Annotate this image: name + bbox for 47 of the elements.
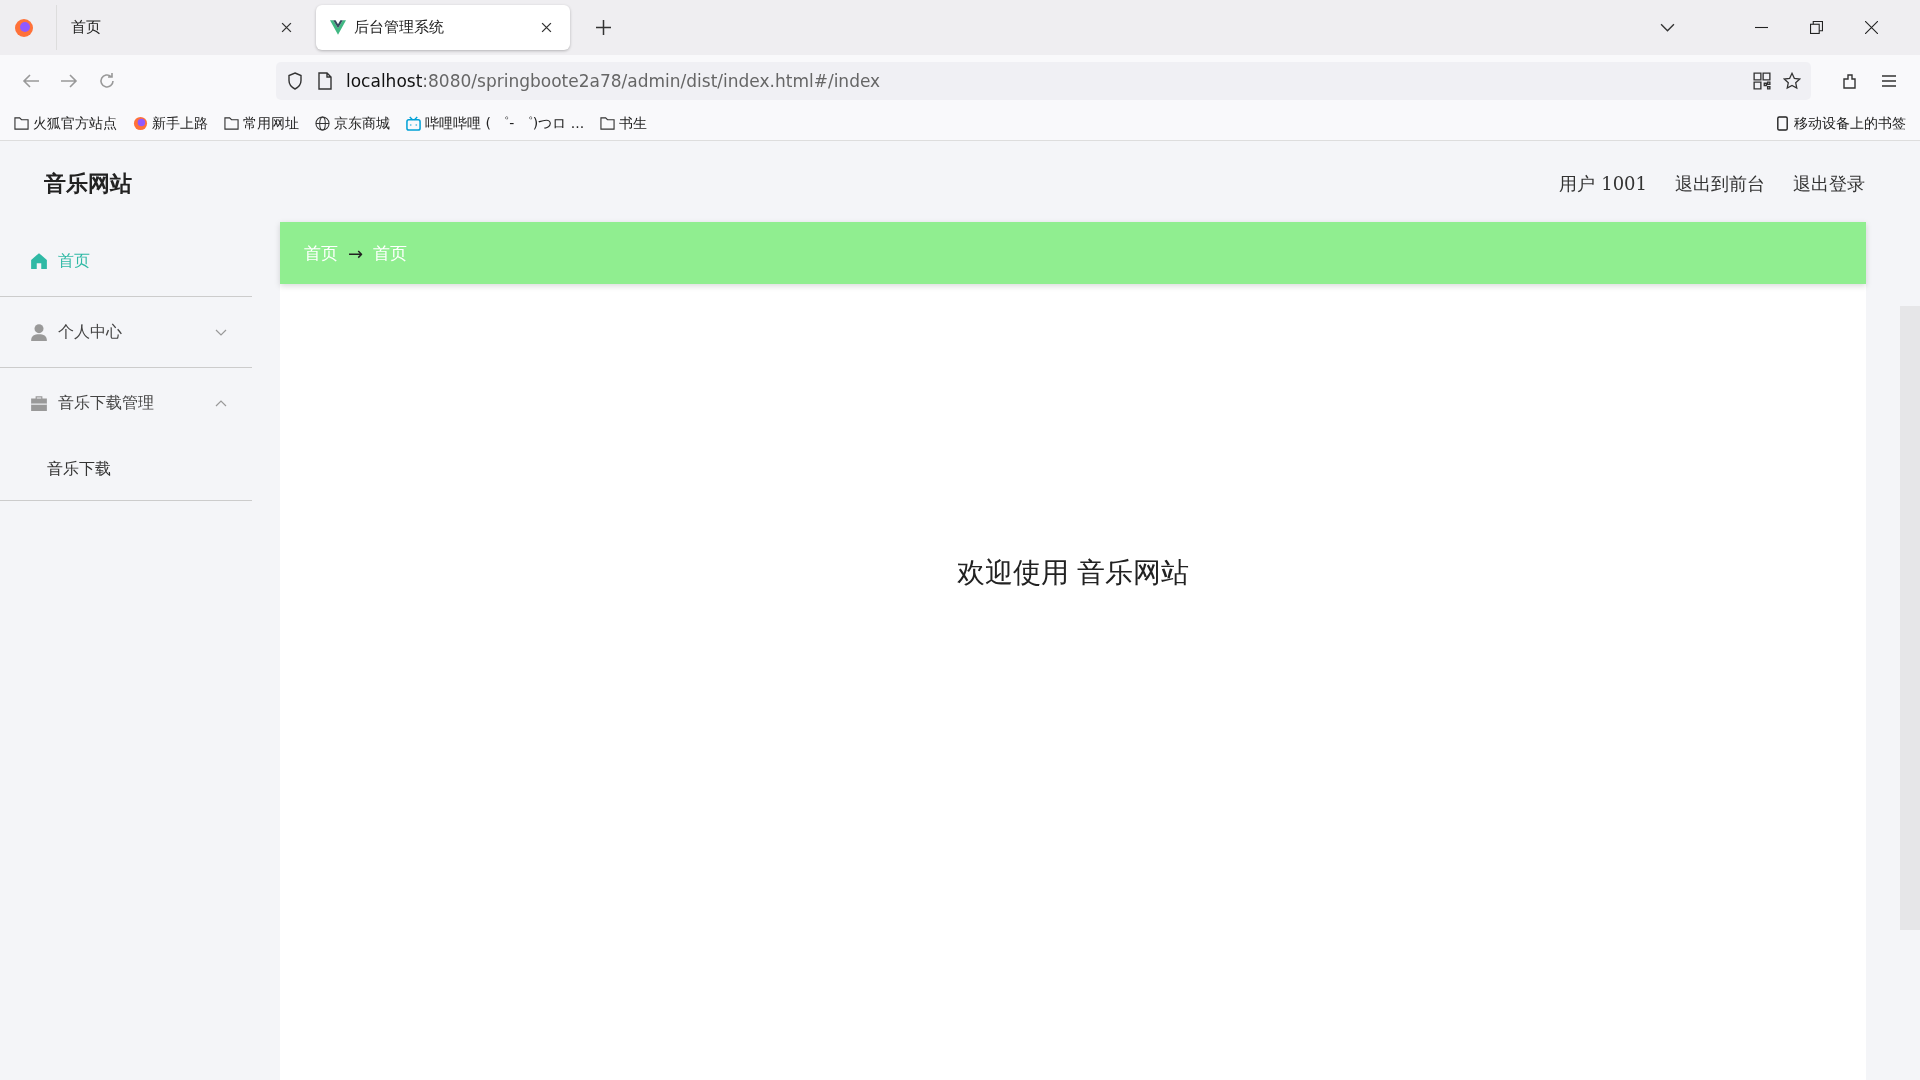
v-logo-icon — [330, 20, 346, 35]
close-icon[interactable] — [281, 22, 292, 33]
folder-icon — [14, 116, 29, 131]
chevron-down-icon — [215, 328, 227, 336]
restore-icon[interactable] — [1810, 21, 1823, 34]
browser-logo-icon — [133, 116, 148, 131]
tab-list-icon[interactable] — [1660, 23, 1675, 32]
qr-code-icon[interactable] — [1753, 72, 1771, 90]
bookmark[interactable]: 新手上路 — [133, 114, 208, 133]
bookmark[interactable]: 书生 — [600, 114, 648, 133]
browser-tab[interactable]: 首页 — [56, 5, 310, 50]
bookmark[interactable]: 哔哩哔哩 ( ゜- ゜)つロ ... — [406, 114, 585, 133]
browser-logo-icon — [14, 17, 34, 38]
briefcase-icon — [30, 394, 48, 412]
tab-title: 后台管理系统 — [354, 18, 445, 37]
shield-icon — [286, 72, 304, 90]
bookmark[interactable]: 京东商城 — [315, 114, 390, 133]
site-title: 音乐网站 — [44, 168, 132, 198]
tv-icon — [406, 116, 421, 131]
bookmark[interactable]: 火狐官方站点 — [14, 114, 117, 133]
new-tab-icon[interactable] — [596, 20, 611, 35]
globe-icon — [315, 116, 330, 131]
close-icon[interactable] — [541, 22, 552, 33]
submenu-item[interactable]: 音乐下载 — [0, 438, 252, 500]
browser-tab[interactable]: 后台管理系统 — [316, 5, 570, 50]
user-icon — [30, 323, 48, 341]
menu-item[interactable]: 音乐下载管理 — [0, 368, 252, 438]
address-bar[interactable]: localhost:8080/springboote2a78/admin/dist/index.html#/index — [276, 62, 1811, 100]
welcome-text: 欢迎使用 音乐网站 — [956, 555, 1190, 591]
bookmark[interactable]: 移动设备上的书签 — [1775, 114, 1906, 133]
chevron-up-icon — [215, 399, 227, 407]
folder-icon — [224, 116, 239, 131]
folder-icon — [600, 116, 616, 131]
close-icon[interactable] — [1865, 21, 1878, 34]
header-link[interactable]: 退出登录 — [1793, 171, 1865, 196]
page-icon — [316, 72, 334, 90]
reload-icon[interactable] — [97, 71, 117, 91]
home-icon — [30, 252, 48, 270]
url-text: localhost:8080/springboote2a78/admin/dist/index.html#/index — [346, 71, 881, 91]
breadcrumb-separator: → — [348, 242, 364, 264]
header-link[interactable]: 退出到前台 — [1675, 171, 1765, 196]
tab-title: 首页 — [71, 18, 102, 37]
bookmark[interactable]: 常用网址 — [224, 114, 299, 133]
menu-item[interactable]: 个人中心 — [0, 297, 252, 367]
star-icon[interactable] — [1783, 72, 1801, 90]
header-link[interactable]: 用户 1001 — [1559, 171, 1647, 196]
phone-icon — [1775, 116, 1790, 131]
